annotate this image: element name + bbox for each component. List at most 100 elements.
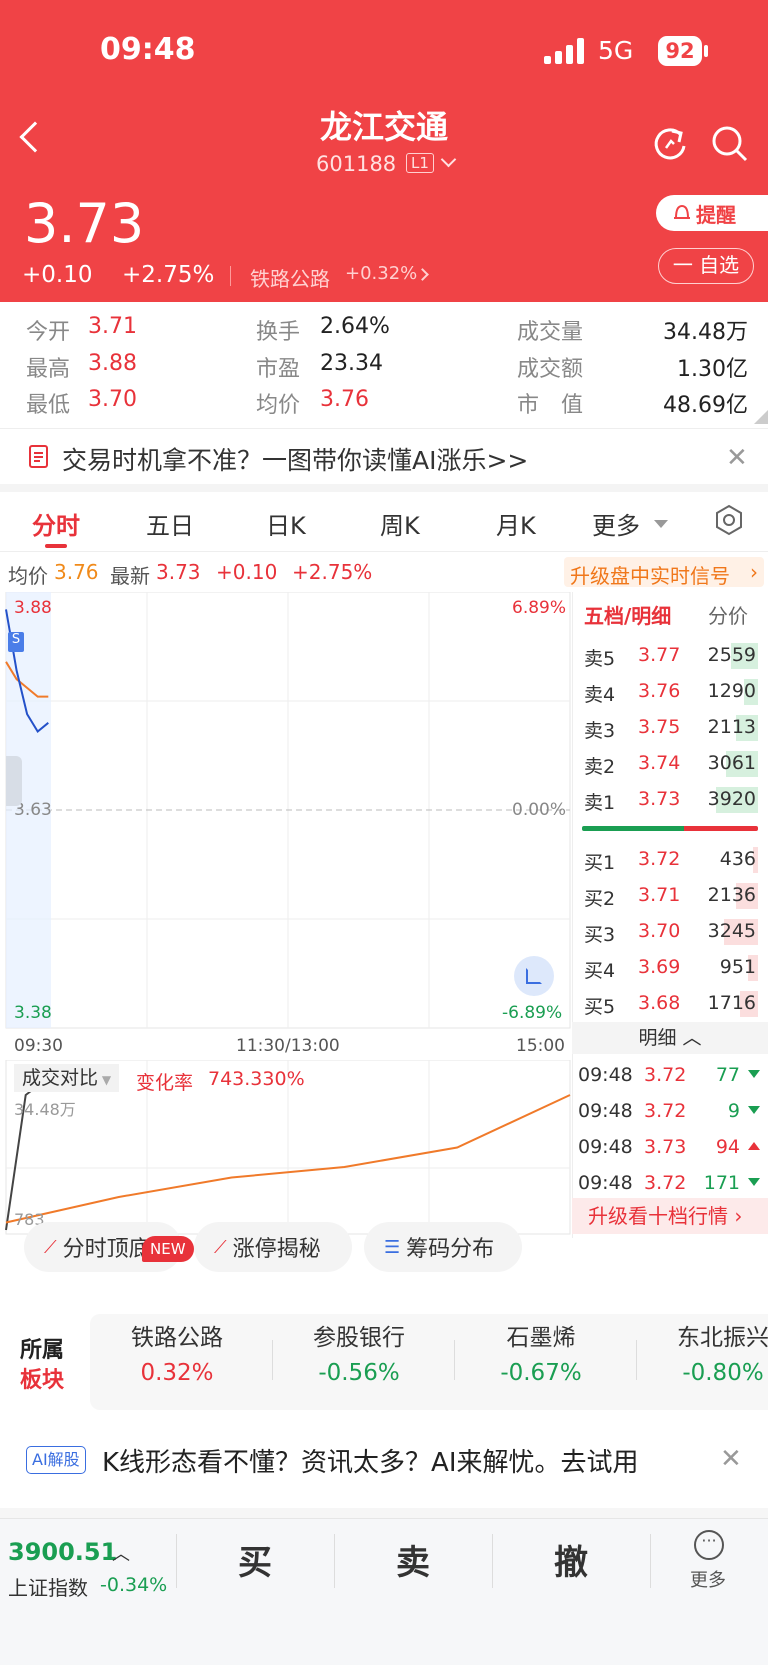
refresh-icon[interactable] [650,124,690,164]
level-label: 卖3 [584,720,616,742]
level-price: 3.70 [638,920,681,942]
trend-icon: ⟋ [44,1236,57,1258]
tab-more[interactable]: 更多 [592,506,640,541]
index-name[interactable]: 上证指数 [8,1572,88,1601]
more-icon[interactable]: ··· [694,1530,724,1560]
volume-change-value: 743.330% [208,1068,305,1090]
close-icon[interactable]: ✕ [720,1444,742,1474]
sector-item[interactable]: 东北振兴 -0.80% [638,1318,768,1386]
tab-weekly-k[interactable]: 周K [380,506,420,541]
level-label: 买5 [584,996,616,1018]
detail-label: 明细 [638,1027,677,1049]
fullscreen-button[interactable] [514,956,554,996]
sector-item[interactable]: 铁路公路 0.32% [92,1318,262,1386]
buy-button[interactable]: 买 [238,1535,272,1584]
more-label[interactable]: 更多 [690,1566,726,1592]
divider [230,266,231,286]
sector-pct: 0.32% [140,1360,214,1386]
watchlist-button[interactable]: 一 自选 [658,248,754,284]
signal-marker[interactable]: S [8,632,24,652]
document-icon [29,445,48,468]
sector-name: 铁路公路 [131,1325,223,1351]
tab-five-day[interactable]: 五日 [146,506,194,541]
close-icon[interactable]: ✕ [726,443,748,473]
stat-label: 市 值 [517,393,584,418]
tab-price-distribution[interactable]: 分价 [708,600,748,629]
chevron-down-icon[interactable] [440,151,457,168]
stat-label: 换手 [256,320,301,345]
intraday-chart[interactable] [0,592,572,1062]
limit-up-icon: ⟋ [214,1236,227,1258]
battery-indicator: 92 [658,36,702,66]
trade-tick-row: 09:48 3.72 171 [570,1168,768,1202]
sell-level-row[interactable]: 卖3 3.75 2113 [582,712,768,746]
sector-name: 石墨烯 [506,1325,576,1351]
volume-compare-select[interactable]: 成交对比 ▼ [14,1064,120,1092]
trade-tick-row: 09:48 3.72 9 [570,1096,768,1130]
price-change: +0.10 [22,262,93,288]
index-value[interactable]: 3900.51 [8,1538,117,1566]
upgrade-signal-button[interactable]: 升级盘中实时信号 › [564,557,764,588]
sector-item[interactable]: 石墨烯 -0.67% [456,1318,626,1386]
buy-level-row[interactable]: 买3 3.70 3245 [582,916,768,950]
upgrade-level10-button[interactable]: 升级看十档行情 › [572,1198,768,1234]
tick-volume: 77 [715,1064,740,1086]
buy-level-row[interactable]: 买1 3.72 436 [582,844,768,878]
price-change-pct: +2.75% [122,262,215,288]
tool-chip-distribution[interactable]: ☰ 筹码分布 [364,1222,522,1272]
sell-level-row[interactable]: 卖5 3.77 2559 [582,640,768,674]
expand-corner-icon[interactable] [754,410,768,424]
tab-intraday[interactable]: 分时 [32,506,80,541]
stock-header: 09:48 5G 92 龙江交通 601188 L1 3.73 +0.10 +2… [0,0,768,302]
buy-level-row[interactable]: 买5 3.68 1716 [582,988,768,1022]
trade-tick-row: 09:48 3.72 77 [570,1060,768,1094]
tick-volume: 9 [727,1100,740,1122]
arrow-up-icon [748,1142,760,1150]
chevron-right-icon[interactable] [416,268,429,281]
level-label: 卖1 [584,792,616,814]
tool-limit-up-reveal[interactable]: ⟋ 涨停揭秘 [194,1222,352,1272]
level-volume: 1290 [707,680,756,702]
chevron-right-icon: › [728,1204,743,1228]
upgrade-level10-label: 升级看十档行情 [588,1204,728,1228]
level-price: 3.69 [638,956,681,978]
detail-toggle[interactable]: 明细 ︿ [572,1022,768,1054]
sell-button[interactable]: 卖 [396,1535,430,1584]
side-drawer-handle[interactable] [6,756,22,806]
axis-high-pct: 6.89% [512,598,567,618]
ai-banner-text: K线形态看不懂？资讯太多？AI来解忧。去试用 [102,1448,639,1478]
sector-name[interactable]: 铁路公路 [250,263,330,292]
sector-item[interactable]: 参股银行 -0.56% [274,1318,444,1386]
stats-row: 最高 3.88 市盈 23.34 成交额 1.30亿 [0,351,768,382]
divider [454,1340,455,1380]
tool-label: 涨停揭秘 [232,1237,321,1262]
sector-pct[interactable]: +0.32% [345,263,417,284]
sell-level-row[interactable]: 卖2 3.74 3061 [582,748,768,782]
tab-monthly-k[interactable]: 月K [496,506,536,541]
alert-button[interactable]: 提醒 [656,195,768,231]
buy-level-row[interactable]: 买2 3.71 2136 [582,880,768,914]
sell-level-row[interactable]: 卖1 3.73 3920 [582,784,768,818]
promo-banner[interactable]: 交易时机拿不准？一图带你读懂AI涨乐>> ✕ [0,428,768,484]
level-badge[interactable]: L1 [406,153,434,173]
tick-time: 09:48 [578,1172,633,1194]
settings-icon[interactable] [714,504,744,536]
dropdown-icon[interactable] [654,520,668,528]
status-time: 09:48 [100,32,196,67]
level-price: 3.72 [638,848,681,870]
cancel-order-button[interactable]: 撤 [554,1535,588,1584]
volume-change-label: 变化率 [136,1072,194,1094]
ai-banner[interactable]: AI解股 K线形态看不懂？资讯太多？AI来解忧。去试用 ✕ [0,1430,768,1490]
time-mid: 11:30/13:00 [236,1036,340,1056]
battery-tip [704,45,708,57]
search-icon[interactable] [710,124,750,164]
axis-high: 3.88 [14,598,52,618]
level-volume: 2559 [707,644,756,666]
divider [272,1340,273,1380]
sell-level-row[interactable]: 卖4 3.76 1290 [582,676,768,710]
buy-level-row[interactable]: 买4 3.69 951 [582,952,768,986]
tick-time: 09:48 [578,1064,633,1086]
chevron-up-icon[interactable]: ︿ [112,1540,130,1566]
tab-order-book[interactable]: 五档/明细 [584,600,671,629]
tab-daily-k[interactable]: 日K [266,506,306,541]
